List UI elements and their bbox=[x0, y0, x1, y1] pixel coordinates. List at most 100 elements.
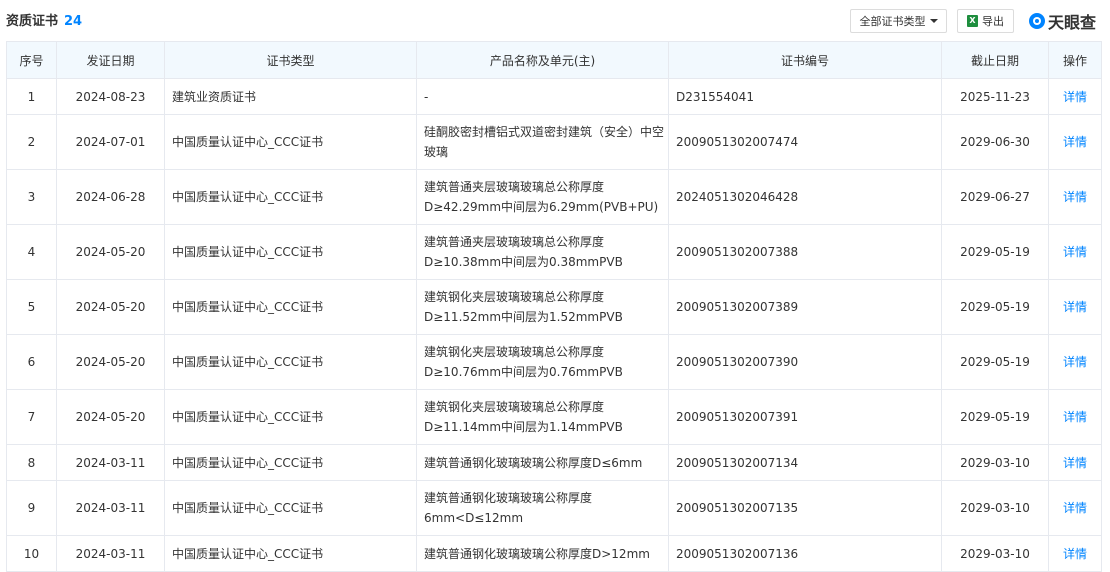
cell-expire-date: 2029-06-30 bbox=[941, 114, 1049, 170]
col-header-issue-date: 发证日期 bbox=[56, 41, 165, 79]
cell-issue-date: 2024-03-11 bbox=[56, 535, 165, 572]
excel-icon: X bbox=[967, 15, 978, 27]
table-row: 6 2024-05-20 中国质量认证中心_CCC证书 建筑钢化夹层玻璃玻璃总公… bbox=[6, 334, 1102, 390]
detail-link[interactable]: 详情 bbox=[1048, 535, 1102, 572]
cell-cert-number: D231554041 bbox=[668, 78, 942, 115]
table-row: 2 2024-07-01 中国质量认证中心_CCC证书 硅酮胶密封槽铝式双道密封… bbox=[6, 114, 1102, 170]
certificate-count: 24 bbox=[64, 14, 83, 29]
cell-expire-date: 2029-03-10 bbox=[941, 535, 1049, 572]
cell-cert-type: 建筑业资质证书 bbox=[164, 78, 417, 115]
cell-index: 2 bbox=[6, 114, 57, 170]
certificate-table: 序号 发证日期 证书类型 产品名称及单元(主) 证书编号 截止日期 操作 1 2… bbox=[6, 41, 1102, 572]
cell-expire-date: 2029-05-19 bbox=[941, 224, 1049, 280]
cell-cert-number: 2009051302007388 bbox=[668, 224, 942, 280]
table-row: 7 2024-05-20 中国质量认证中心_CCC证书 建筑钢化夹层玻璃玻璃总公… bbox=[6, 389, 1102, 445]
table-header-row: 序号 发证日期 证书类型 产品名称及单元(主) 证书编号 截止日期 操作 bbox=[6, 41, 1102, 79]
table-row: 8 2024-03-11 中国质量认证中心_CCC证书 建筑普通钢化玻璃玻璃公称… bbox=[6, 444, 1102, 481]
cell-expire-date: 2029-05-19 bbox=[941, 389, 1049, 445]
cell-index: 6 bbox=[6, 334, 57, 390]
logo-text: 天眼查 bbox=[1048, 13, 1097, 32]
logo-icon bbox=[1029, 13, 1045, 29]
detail-link[interactable]: 详情 bbox=[1048, 480, 1102, 536]
cell-product: 建筑普通钢化玻璃玻璃公称厚度6mm<D≤12mm bbox=[416, 480, 669, 536]
cell-cert-type: 中国质量认证中心_CCC证书 bbox=[164, 389, 417, 445]
cell-issue-date: 2024-07-01 bbox=[56, 114, 165, 170]
col-header-cert-type: 证书类型 bbox=[164, 41, 417, 79]
cell-cert-number: 2009051302007135 bbox=[668, 480, 942, 536]
cell-index: 10 bbox=[6, 535, 57, 572]
cell-expire-date: 2029-03-10 bbox=[941, 444, 1049, 481]
col-header-product: 产品名称及单元(主) bbox=[416, 41, 669, 79]
cell-cert-number: 2009051302007389 bbox=[668, 279, 942, 335]
table-row: 1 2024-08-23 建筑业资质证书 - D231554041 2025-1… bbox=[6, 78, 1102, 115]
cell-index: 5 bbox=[6, 279, 57, 335]
cell-index: 9 bbox=[6, 480, 57, 536]
cell-index: 4 bbox=[6, 224, 57, 280]
table-row: 5 2024-05-20 中国质量认证中心_CCC证书 建筑钢化夹层玻璃玻璃总公… bbox=[6, 279, 1102, 335]
col-header-cert-number: 证书编号 bbox=[668, 41, 942, 79]
cell-expire-date: 2025-11-23 bbox=[941, 78, 1049, 115]
cell-cert-number: 2009051302007136 bbox=[668, 535, 942, 572]
cell-cert-number: 2024051302046428 bbox=[668, 169, 942, 225]
cell-product: 建筑普通夹层玻璃玻璃总公称厚度D≥42.29mm中间层为6.29mm(PVB+P… bbox=[416, 169, 669, 225]
cell-expire-date: 2029-05-19 bbox=[941, 334, 1049, 390]
cell-product: 建筑普通夹层玻璃玻璃总公称厚度D≥10.38mm中间层为0.38mmPVB bbox=[416, 224, 669, 280]
detail-link[interactable]: 详情 bbox=[1048, 169, 1102, 225]
cell-cert-type: 中国质量认证中心_CCC证书 bbox=[164, 334, 417, 390]
cell-issue-date: 2024-06-28 bbox=[56, 169, 165, 225]
cell-expire-date: 2029-03-10 bbox=[941, 480, 1049, 536]
cell-product: 建筑普通钢化玻璃玻璃公称厚度D≤6mm bbox=[416, 444, 669, 481]
section-title: 资质证书 24 bbox=[6, 10, 82, 29]
cell-cert-type: 中国质量认证中心_CCC证书 bbox=[164, 444, 417, 481]
cell-cert-type: 中国质量认证中心_CCC证书 bbox=[164, 114, 417, 170]
filter-label: 全部证书类型 bbox=[859, 15, 926, 28]
cell-issue-date: 2024-05-20 bbox=[56, 334, 165, 390]
detail-link[interactable]: 详情 bbox=[1048, 78, 1102, 115]
detail-link[interactable]: 详情 bbox=[1048, 279, 1102, 335]
tianyancha-logo: 天眼查 bbox=[1029, 9, 1096, 33]
col-header-index: 序号 bbox=[6, 41, 57, 79]
detail-link[interactable]: 详情 bbox=[1048, 389, 1102, 445]
cell-index: 7 bbox=[6, 389, 57, 445]
cell-expire-date: 2029-06-27 bbox=[941, 169, 1049, 225]
table-row: 9 2024-03-11 中国质量认证中心_CCC证书 建筑普通钢化玻璃玻璃公称… bbox=[6, 480, 1102, 536]
cell-product: 建筑普通钢化玻璃玻璃公称厚度D>12mm bbox=[416, 535, 669, 572]
cell-cert-number: 2009051302007390 bbox=[668, 334, 942, 390]
cell-product: - bbox=[416, 78, 669, 115]
detail-link[interactable]: 详情 bbox=[1048, 444, 1102, 481]
cell-cert-type: 中国质量认证中心_CCC证书 bbox=[164, 279, 417, 335]
cell-cert-number: 2009051302007134 bbox=[668, 444, 942, 481]
section-title-text: 资质证书 bbox=[6, 14, 59, 29]
detail-link[interactable]: 详情 bbox=[1048, 114, 1102, 170]
table-row: 10 2024-03-11 中国质量认证中心_CCC证书 建筑普通钢化玻璃玻璃公… bbox=[6, 535, 1102, 572]
cell-product: 建筑钢化夹层玻璃玻璃总公称厚度D≥11.14mm中间层为1.14mmPVB bbox=[416, 389, 669, 445]
certificate-type-filter[interactable]: 全部证书类型 bbox=[850, 9, 947, 33]
cell-cert-type: 中国质量认证中心_CCC证书 bbox=[164, 169, 417, 225]
cell-issue-date: 2024-03-11 bbox=[56, 444, 165, 481]
cell-issue-date: 2024-05-20 bbox=[56, 389, 165, 445]
export-label: 导出 bbox=[982, 15, 1004, 28]
export-button[interactable]: X 导出 bbox=[957, 9, 1014, 33]
cell-index: 8 bbox=[6, 444, 57, 481]
cell-product: 硅酮胶密封槽铝式双道密封建筑（安全）中空玻璃 bbox=[416, 114, 669, 170]
cell-cert-type: 中国质量认证中心_CCC证书 bbox=[164, 224, 417, 280]
cell-product: 建筑钢化夹层玻璃玻璃总公称厚度D≥10.76mm中间层为0.76mmPVB bbox=[416, 334, 669, 390]
cell-issue-date: 2024-05-20 bbox=[56, 224, 165, 280]
col-header-expire-date: 截止日期 bbox=[941, 41, 1049, 79]
table-row: 3 2024-06-28 中国质量认证中心_CCC证书 建筑普通夹层玻璃玻璃总公… bbox=[6, 169, 1102, 225]
cell-index: 3 bbox=[6, 169, 57, 225]
cell-cert-number: 2009051302007391 bbox=[668, 389, 942, 445]
table-row: 4 2024-05-20 中国质量认证中心_CCC证书 建筑普通夹层玻璃玻璃总公… bbox=[6, 224, 1102, 280]
cell-expire-date: 2029-05-19 bbox=[941, 279, 1049, 335]
cell-cert-type: 中国质量认证中心_CCC证书 bbox=[164, 535, 417, 572]
cell-product: 建筑钢化夹层玻璃玻璃总公称厚度D≥11.52mm中间层为1.52mmPVB bbox=[416, 279, 669, 335]
cell-issue-date: 2024-08-23 bbox=[56, 78, 165, 115]
chevron-down-icon bbox=[929, 19, 938, 23]
section-header: 资质证书 24 全部证书类型 X 导出 天眼查 bbox=[0, 0, 1110, 40]
detail-link[interactable]: 详情 bbox=[1048, 334, 1102, 390]
cell-cert-number: 2009051302007474 bbox=[668, 114, 942, 170]
cell-cert-type: 中国质量认证中心_CCC证书 bbox=[164, 480, 417, 536]
detail-link[interactable]: 详情 bbox=[1048, 224, 1102, 280]
cell-issue-date: 2024-03-11 bbox=[56, 480, 165, 536]
cell-index: 1 bbox=[6, 78, 57, 115]
